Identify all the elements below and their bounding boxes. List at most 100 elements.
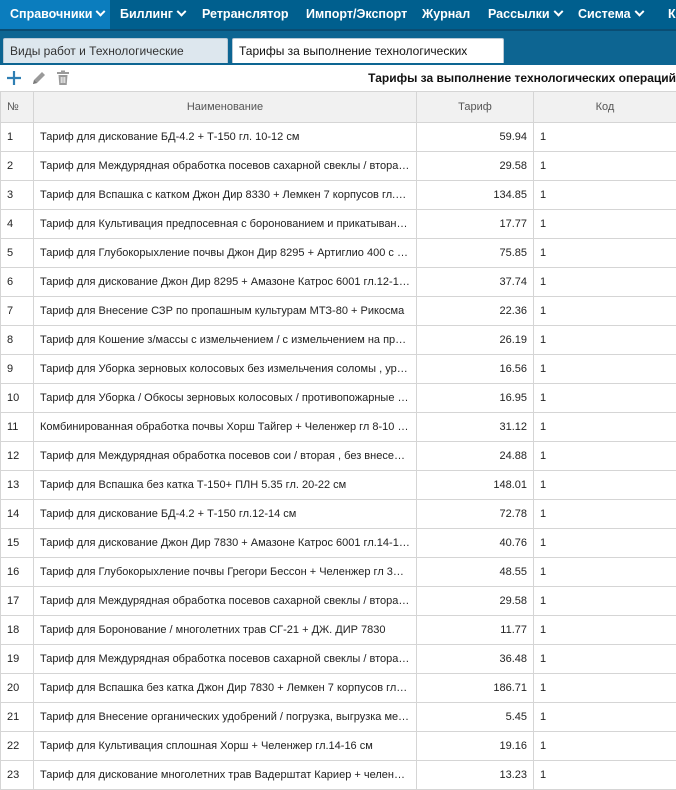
table-row[interactable]: 16Тариф для Глубокорыхление почвы Грегор… (1, 558, 676, 587)
row-number-cell: 1 (1, 123, 34, 152)
nav-item-relay[interactable]: Ретранслятор (192, 0, 296, 29)
table-row[interactable]: 2Тариф для Междурядная обработка посевов… (1, 152, 676, 181)
row-tariff-cell: 48.55 (417, 558, 534, 587)
row-number-cell: 13 (1, 471, 34, 500)
row-tariff-cell: 75.85 (417, 239, 534, 268)
row-name-cell: Тариф для Внесение СЗР по пропашным куль… (34, 297, 417, 326)
table-row[interactable]: 18Тариф для Боронование / многолетних тр… (1, 616, 676, 645)
row-name-cell: Тариф для Уборка / Обкосы зерновых колос… (34, 384, 417, 413)
table-row[interactable]: 17Тариф для Междурядная обработка посево… (1, 587, 676, 616)
table-row[interactable]: 4Тариф для Культивация предпосевная с бо… (1, 210, 676, 239)
tab-tariffs[interactable]: Тарифы за выполнение технологических опе… (232, 38, 504, 63)
row-code-cell: 1 (534, 268, 676, 297)
row-name-cell: Тариф для Уборка зерновых колосовых без … (34, 355, 417, 384)
column-header-tariff[interactable]: Тариф (417, 92, 534, 123)
row-code-cell: 1 (534, 442, 676, 471)
table-row[interactable]: 5Тариф для Глубокорыхление почвы Джон Ди… (1, 239, 676, 268)
row-name-cell: Тариф для Междурядная обработка посевов … (34, 645, 417, 674)
nav-item-directories[interactable]: Справочники (0, 0, 110, 29)
column-header-name[interactable]: Наименование (34, 92, 417, 123)
table-row[interactable]: 6Тариф для дискование Джон Дир 8295 + Ам… (1, 268, 676, 297)
table-row[interactable]: 8Тариф для Кошение з/массы с измельчение… (1, 326, 676, 355)
row-name-cell: Тариф для Междурядная обработка посевов … (34, 587, 417, 616)
row-tariff-cell: 36.48 (417, 645, 534, 674)
table-row[interactable]: 14Тариф для дискование БД-4.2 + Т-150 гл… (1, 500, 676, 529)
nav-item-journal[interactable]: Журнал (412, 0, 478, 29)
row-code-cell: 1 (534, 703, 676, 732)
row-tariff-cell: 16.95 (417, 384, 534, 413)
row-tariff-cell: 22.36 (417, 297, 534, 326)
tariffs-table: № Наименование Тариф Код 1Тариф для диск… (0, 91, 676, 790)
row-name-cell: Тариф для Вспашка без катка Т-150+ ПЛН 5… (34, 471, 417, 500)
toolbar: Тарифы за выполнение технологических опе… (0, 65, 676, 91)
table-row[interactable]: 7Тариф для Внесение СЗР по пропашным кул… (1, 297, 676, 326)
row-name-cell: Тариф для Кошение з/массы с измельчением… (34, 326, 417, 355)
table-row[interactable]: 12Тариф для Междурядная обработка посево… (1, 442, 676, 471)
row-number-cell: 4 (1, 210, 34, 239)
row-number-cell: 14 (1, 500, 34, 529)
table-row[interactable]: 1Тариф для дискование БД-4.2 + Т-150 гл.… (1, 123, 676, 152)
row-code-cell: 1 (534, 558, 676, 587)
row-tariff-cell: 134.85 (417, 181, 534, 210)
row-tariff-cell: 16.56 (417, 355, 534, 384)
row-name-cell: Тариф для Глубокорыхление почвы Джон Дир… (34, 239, 417, 268)
table-row[interactable]: 10Тариф для Уборка / Обкосы зерновых кол… (1, 384, 676, 413)
row-number-cell: 15 (1, 529, 34, 558)
table-row[interactable]: 23Тариф для дискование многолетних трав … (1, 761, 676, 790)
row-code-cell: 1 (534, 616, 676, 645)
column-header-number[interactable]: № (1, 92, 34, 123)
row-tariff-cell: 59.94 (417, 123, 534, 152)
row-number-cell: 17 (1, 587, 34, 616)
row-number-cell: 10 (1, 384, 34, 413)
row-number-cell: 23 (1, 761, 34, 790)
column-header-code[interactable]: Код (534, 92, 676, 123)
row-number-cell: 19 (1, 645, 34, 674)
row-name-cell: Тариф для Вспашка без катка Джон Дир 783… (34, 674, 417, 703)
row-tariff-cell: 148.01 (417, 471, 534, 500)
row-tariff-cell: 186.71 (417, 674, 534, 703)
tab-bar: Виды работ и Технологические операции Та… (0, 31, 676, 65)
panel-title: Тарифы за выполнение технологических опе… (368, 71, 676, 85)
row-name-cell: Тариф для Междурядная обработка посевов … (34, 152, 417, 181)
row-code-cell: 1 (534, 413, 676, 442)
row-number-cell: 11 (1, 413, 34, 442)
row-tariff-cell: 13.23 (417, 761, 534, 790)
pencil-icon[interactable] (30, 69, 48, 87)
table-row[interactable]: 19Тариф для Междурядная обработка посево… (1, 645, 676, 674)
table-row[interactable]: 3Тариф для Вспашка с катком Джон Дир 833… (1, 181, 676, 210)
row-code-cell: 1 (534, 355, 676, 384)
table-row[interactable]: 22Тариф для Культивация сплошная Хорш + … (1, 732, 676, 761)
table-row[interactable]: 21Тариф для Внесение органических удобре… (1, 703, 676, 732)
nav-item-import-export[interactable]: Импорт/Экспорт (296, 0, 412, 29)
row-tariff-cell: 11.77 (417, 616, 534, 645)
chevron-down-icon (177, 7, 187, 17)
row-name-cell: Тариф для дискование Джон Дир 7830 + Ама… (34, 529, 417, 558)
table-row[interactable]: 15Тариф для дискование Джон Дир 7830 + А… (1, 529, 676, 558)
row-tariff-cell: 72.78 (417, 500, 534, 529)
row-code-cell: 1 (534, 645, 676, 674)
table-row[interactable]: 13Тариф для Вспашка без катка Т-150+ ПЛН… (1, 471, 676, 500)
tab-work-types[interactable]: Виды работ и Технологические операции (3, 38, 228, 63)
trash-icon[interactable] (54, 69, 72, 87)
nav-item-billing[interactable]: Биллинг (110, 0, 192, 29)
chevron-down-icon (634, 7, 644, 17)
table-row[interactable]: 20Тариф для Вспашка без катка Джон Дир 7… (1, 674, 676, 703)
table-row[interactable]: 9Тариф для Уборка зерновых колосовых без… (1, 355, 676, 384)
row-code-cell: 1 (534, 297, 676, 326)
row-code-cell: 1 (534, 761, 676, 790)
row-tariff-cell: 37.74 (417, 268, 534, 297)
row-name-cell: Тариф для Вспашка с катком Джон Дир 8330… (34, 181, 417, 210)
nav-item-more[interactable]: Кор (658, 0, 676, 29)
chevron-down-icon (96, 7, 106, 17)
nav-item-system[interactable]: Система (568, 0, 658, 29)
plus-icon[interactable] (5, 69, 23, 87)
row-code-cell: 1 (534, 239, 676, 268)
row-code-cell: 1 (534, 210, 676, 239)
nav-item-mailings[interactable]: Рассылки (478, 0, 568, 29)
row-name-cell: Тариф для Культивация предпосевная с бор… (34, 210, 417, 239)
row-number-cell: 7 (1, 297, 34, 326)
row-code-cell: 1 (534, 123, 676, 152)
row-tariff-cell: 26.19 (417, 326, 534, 355)
table-row[interactable]: 11Комбинированная обработка почвы Хорш Т… (1, 413, 676, 442)
row-tariff-cell: 17.77 (417, 210, 534, 239)
